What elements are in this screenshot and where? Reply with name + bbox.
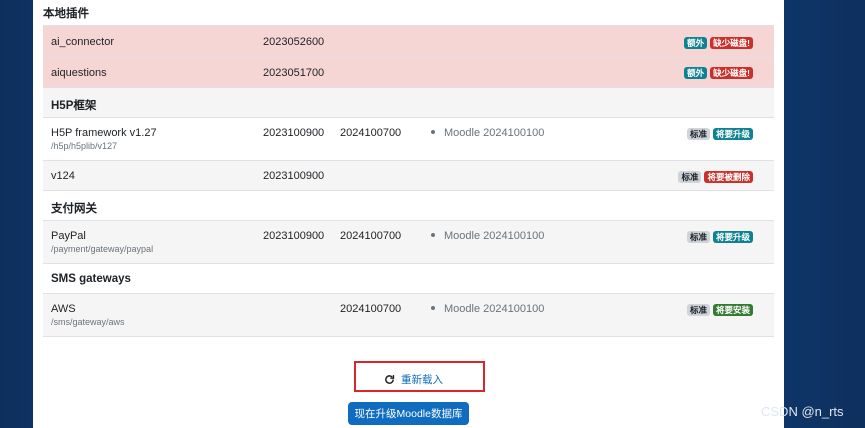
status-badge: 将要升级 (712, 128, 753, 140)
plugin-path: /payment/gateway/paypal (51, 244, 154, 254)
plugin-status-badges: 标准 将要被删除 (678, 171, 753, 183)
plugin-current-version: 2023100900 (263, 170, 325, 182)
source-badge: 标准 (686, 304, 710, 316)
section-heading-sms-label: SMS gateways (51, 273, 131, 285)
plugin-dependency-label: Moodle 2024100100 (444, 303, 545, 315)
reload-label: 重新载入 (401, 374, 443, 386)
plugin-current-version: 2023052600 (263, 36, 325, 48)
plugin-row: v124 2023100900 标准 将要被删除 (43, 160, 774, 191)
plugin-dependency: Moodle 2024100100 (431, 127, 544, 139)
source-badge: 标准 (678, 171, 702, 183)
plugin-name: PayPal (51, 230, 86, 242)
plugin-row: PayPal /payment/gateway/paypal 202310090… (43, 220, 774, 263)
plugin-row: AWS /sms/gateway/aws 2024100700 Moodle 2… (43, 293, 774, 337)
plugin-status-badges: 额外 缺少磁盘! (684, 67, 753, 79)
plugin-name: AWS (51, 303, 76, 315)
plugin-row: ai_connector 2023052600 额外 缺少磁盘! (43, 25, 774, 56)
source-badge: 额外 (684, 67, 708, 79)
plugin-status-badges: 标准 将要升级 (686, 128, 753, 140)
plugin-current-version: 2023100900 (263, 230, 325, 242)
plugin-new-version: 2024100700 (340, 230, 402, 242)
status-badge: 将要被删除 (704, 171, 753, 183)
plugin-row: H5P framework v1.27 /h5p/h5plib/v127 202… (43, 117, 774, 160)
status-badge: 缺少磁盘! (710, 37, 753, 49)
plugin-dependency: Moodle 2024100100 (431, 230, 544, 242)
section-heading-sms: SMS gateways (43, 263, 774, 293)
section-heading-local: 本地插件 (43, 5, 774, 21)
refresh-icon (385, 375, 395, 384)
plugin-current-version: 2023051700 (263, 67, 325, 79)
plugin-path: /h5p/h5plib/v127 (51, 141, 118, 151)
plugin-dependency: Moodle 2024100100 (431, 303, 544, 315)
upgrade-database-button[interactable]: 现在升级Moodle数据库 (348, 402, 469, 425)
plugin-name: H5P framework v1.27 (51, 127, 157, 139)
reload-link[interactable]: 重新载入 (384, 372, 443, 387)
bullet-icon (431, 306, 435, 311)
plugin-name: ai_connector (51, 36, 114, 48)
status-badge: 将要升级 (712, 231, 753, 243)
plugin-status-badges: 额外 缺少磁盘! (684, 37, 753, 49)
plugin-new-version: 2024100700 (340, 303, 402, 315)
plugin-new-version: 2024100700 (340, 127, 402, 139)
plugin-dependency-label: Moodle 2024100100 (444, 230, 545, 242)
section-heading-payment-label: 支付网关 (51, 203, 97, 215)
source-badge: 额外 (684, 37, 708, 49)
section-heading-h5p: H5P框架 (43, 87, 774, 117)
reload-highlight: 重新载入 (354, 361, 485, 392)
source-badge: 标准 (686, 231, 710, 243)
watermark: CSDN @n_rts (761, 404, 844, 419)
plugin-dependency-label: Moodle 2024100100 (444, 127, 545, 139)
bullet-icon (431, 233, 435, 238)
plugin-name: aiquestions (51, 67, 107, 79)
plugin-status-badges: 标准 将要安装 (686, 304, 753, 316)
plugin-name: v124 (51, 170, 75, 182)
plugin-status-badges: 标准 将要升级 (686, 231, 753, 243)
section-heading-h5p-label: H5P框架 (51, 100, 97, 112)
source-badge: 标准 (686, 128, 710, 140)
status-badge: 将要安装 (712, 304, 753, 316)
section-heading-payment: 支付网关 (43, 190, 774, 220)
status-badge: 缺少磁盘! (710, 67, 753, 79)
plugin-row: aiquestions 2023051700 额外 缺少磁盘! (43, 56, 774, 87)
bullet-icon (431, 130, 435, 135)
plugin-current-version: 2023100900 (263, 127, 325, 139)
plugin-path: /sms/gateway/aws (51, 317, 125, 327)
